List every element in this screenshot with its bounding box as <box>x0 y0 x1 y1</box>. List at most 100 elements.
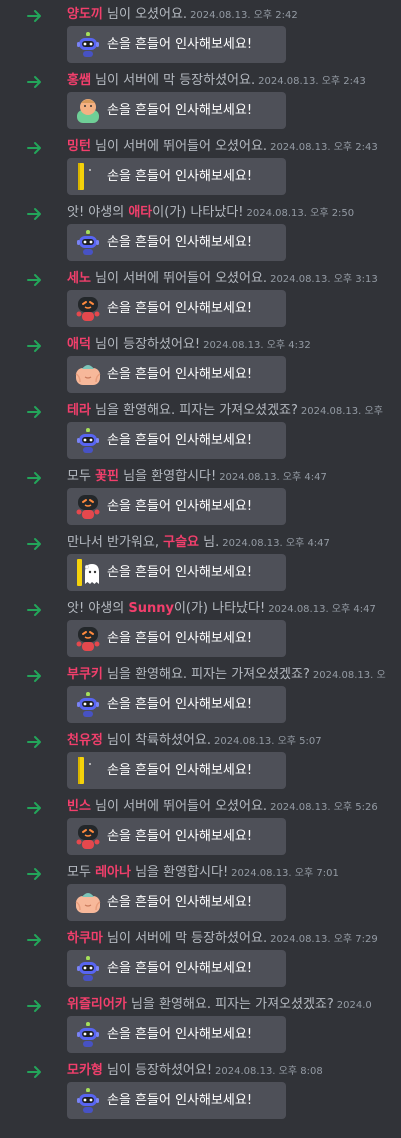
message-text: 밍턴 님이 서버에 뛰어들어 오셨어요. 2024.08.13. 오후 2:43 <box>67 138 378 157</box>
wave-sticker-button[interactable]: 손을 흔들어 인사해보세요! <box>67 92 286 129</box>
wave-sticker-button[interactable]: 손을 흔들어 인사해보세요! <box>67 224 286 261</box>
join-arrow-icon <box>27 470 43 484</box>
username-link[interactable]: 하쿠마 <box>67 931 103 946</box>
message-suffix: 님이 서버에 뛰어들어 오셨어요. <box>90 799 268 814</box>
message-suffix: 님이 등장하셨어요! <box>102 1063 213 1078</box>
timestamp: 2024.08.13. 오후 4:47 <box>222 538 330 549</box>
username-link[interactable]: 밍턴 <box>67 139 91 154</box>
wave-button-label: 손을 흔들어 인사해보세요! <box>107 367 253 382</box>
message-suffix: 님이 착륙하셨어요. <box>102 733 211 748</box>
message-text: 앗! 야생의 Sunny이(가) 나타났다! 2024.08.13. 오후 4:4… <box>67 600 376 619</box>
username-link[interactable]: 위즐리어카 <box>67 997 127 1012</box>
system-message: 모두 꽃핀 님을 환영합시다! 2024.08.13. 오후 4:47 손을 흔들어… <box>0 465 401 531</box>
wumpus-robot-icon <box>75 30 101 59</box>
message-suffix: 님을 환영해요. 피자는 가져오셨겠죠? <box>90 403 298 418</box>
message-text: 만나서 반가워요, 구슬요 님. 2024.08.13. 오후 4:47 <box>67 534 330 553</box>
message-suffix: 님을 환영합시다! <box>118 469 217 484</box>
message-text: 위즐리어카 님을 환영해요. 피자는 가져오셨겠죠? 2024.0 <box>67 996 372 1015</box>
username-link[interactable]: 세노 <box>67 271 91 286</box>
system-message: 앗! 야생의 애타이(가) 나타났다! 2024.08.13. 오후 2:50 손을… <box>0 201 401 267</box>
message-prefix: 앗! 야생의 <box>67 205 129 220</box>
timestamp: 2024.0 <box>336 1000 372 1011</box>
wave-sticker-button[interactable]: 손을 흔들어 인사해보세요! <box>67 290 286 327</box>
wave-sticker-button[interactable]: 손을 흔들어 인사해보세요! <box>67 356 286 393</box>
message-text: 모두 레아나 님을 환영합시다! 2024.08.13. 오후 7:01 <box>67 864 339 883</box>
wave-button-label: 손을 흔들어 인사해보세요! <box>107 103 253 118</box>
username-link[interactable]: 양도끼 <box>67 7 103 22</box>
username-link[interactable]: 레아나 <box>95 865 131 880</box>
wave-sticker-button[interactable]: 손을 흔들어 인사해보세요! <box>67 620 286 657</box>
wave-sticker-button[interactable]: 손을 흔들어 인사해보세요! <box>67 1082 286 1119</box>
red-robot-icon <box>75 624 101 653</box>
message-text: 빈스 님이 서버에 뛰어들어 오셨어요. 2024.08.13. 오후 5:26 <box>67 798 378 817</box>
join-arrow-icon <box>27 140 43 154</box>
join-arrow-icon <box>27 536 43 550</box>
wave-sticker-button[interactable]: 손을 흔들어 인사해보세요! <box>67 884 286 921</box>
wave-sticker-button[interactable]: 손을 흔들어 인사해보세요! <box>67 1016 286 1053</box>
wave-sticker-button[interactable]: 손을 흔들어 인사해보세요! <box>67 26 286 63</box>
message-text: 부쿠키 님을 환영해요. 피자는 가져오셨겠죠? 2024.08.13. 오 <box>67 666 386 685</box>
username-link[interactable]: 애타 <box>128 205 152 220</box>
message-suffix: 님을 환영해요. 피자는 가져오셨겠죠? <box>102 667 310 682</box>
timestamp: 2024.08.13. 오 <box>312 670 386 681</box>
wave-sticker-button[interactable]: 손을 흔들어 인사해보세요! <box>67 818 286 855</box>
timestamp: 2024.08.13. 오후 3:13 <box>270 274 378 285</box>
red-robot-icon <box>75 822 101 851</box>
username-link[interactable]: 부쿠키 <box>67 667 103 682</box>
username-link[interactable]: 빈스 <box>67 799 91 814</box>
message-prefix: 모두 <box>67 865 96 880</box>
wave-sticker-button[interactable]: 손을 흔들어 인사해보세요! <box>67 950 286 987</box>
wumpus-robot-icon <box>75 1086 101 1115</box>
username-link[interactable]: 애덕 <box>67 337 91 352</box>
username-link[interactable]: 천유정 <box>67 733 103 748</box>
timestamp: 2024.08.13. 오후 2:43 <box>258 76 366 87</box>
username-link[interactable]: 구슬요 <box>163 535 199 550</box>
message-text: 하쿠마 님이 서버에 막 등장하셨어요. 2024.08.13. 오후 7:29 <box>67 930 378 949</box>
wave-button-label: 손을 흔들어 인사해보세요! <box>107 631 253 646</box>
wumpus-robot-icon <box>75 690 101 719</box>
timestamp: 2024.08.13. 오후 2:42 <box>190 10 298 21</box>
timestamp: 2024.08.13. 오후 <box>300 406 383 417</box>
join-arrow-icon <box>27 800 43 814</box>
system-message: 양도끼 님이 오셨어요. 2024.08.13. 오후 2:42 손을 흔들어 인사… <box>0 3 401 69</box>
username-link[interactable]: Sunny <box>128 601 174 616</box>
wave-sticker-button[interactable]: 손을 흔들어 인사해보세요! <box>67 158 286 195</box>
wave-button-label: 손을 흔들어 인사해보세요! <box>107 169 253 184</box>
message-text: 테라 님을 환영해요. 피자는 가져오셨겠죠? 2024.08.13. 오후 <box>67 402 383 421</box>
wave-button-label: 손을 흔들어 인사해보세요! <box>107 565 253 580</box>
system-message: 천유정 님이 착륙하셨어요. 2024.08.13. 오후 5:07 손을 흔들어 … <box>0 729 401 795</box>
wave-sticker-button[interactable]: 손을 흔들어 인사해보세요! <box>67 752 286 789</box>
wave-button-label: 손을 흔들어 인사해보세요! <box>107 1093 253 1108</box>
wave-button-label: 손을 흔들어 인사해보세요! <box>107 1027 253 1042</box>
wave-sticker-button[interactable]: 손을 흔들어 인사해보세요! <box>67 686 286 723</box>
system-message: 위즐리어카 님을 환영해요. 피자는 가져오셨겠죠? 2024.0 손을 흔들어 인… <box>0 993 401 1059</box>
join-arrow-icon <box>27 1064 43 1078</box>
wave-sticker-button[interactable]: 손을 흔들어 인사해보세요! <box>67 488 286 525</box>
message-prefix: 만나서 반가워요, <box>67 535 164 550</box>
join-arrow-icon <box>27 734 43 748</box>
timestamp: 2024.08.13. 오후 4:32 <box>203 340 311 351</box>
username-link[interactable]: 홍쌤 <box>67 73 91 88</box>
system-message: 모두 레아나 님을 환영합시다! 2024.08.13. 오후 7:01 손을 흔들… <box>0 861 401 927</box>
wave-button-label: 손을 흔들어 인사해보세요! <box>107 301 253 316</box>
wave-button-label: 손을 흔들어 인사해보세요! <box>107 697 253 712</box>
wave-sticker-button[interactable]: 손을 흔들어 인사해보세요! <box>67 554 286 591</box>
message-suffix: 이(가) 나타났다! <box>152 205 244 220</box>
peach-hand-icon <box>75 360 101 389</box>
system-message: 애덕 님이 등장하셨어요! 2024.08.13. 오후 4:32 손을 흔들어 인… <box>0 333 401 399</box>
timestamp: 2024.08.13. 오후 4:47 <box>268 604 376 615</box>
username-link[interactable]: 꽃핀 <box>95 469 119 484</box>
wave-button-label: 손을 흔들어 인사해보세요! <box>107 895 253 910</box>
wave-sticker-button[interactable]: 손을 흔들어 인사해보세요! <box>67 422 286 459</box>
message-suffix: 님이 오셨어요. <box>102 7 188 22</box>
join-arrow-icon <box>27 206 43 220</box>
system-message: 부쿠키 님을 환영해요. 피자는 가져오셨겠죠? 2024.08.13. 오손을 … <box>0 663 401 729</box>
message-suffix: 이(가) 나타났다! <box>173 601 266 616</box>
join-arrow-icon <box>27 932 43 946</box>
message-suffix: 님을 환영합시다! <box>130 865 229 880</box>
join-arrow-icon <box>27 338 43 352</box>
username-link[interactable]: 모카형 <box>67 1063 103 1078</box>
join-arrow-icon <box>27 8 43 22</box>
green-face-icon <box>75 96 101 125</box>
username-link[interactable]: 테라 <box>67 403 91 418</box>
